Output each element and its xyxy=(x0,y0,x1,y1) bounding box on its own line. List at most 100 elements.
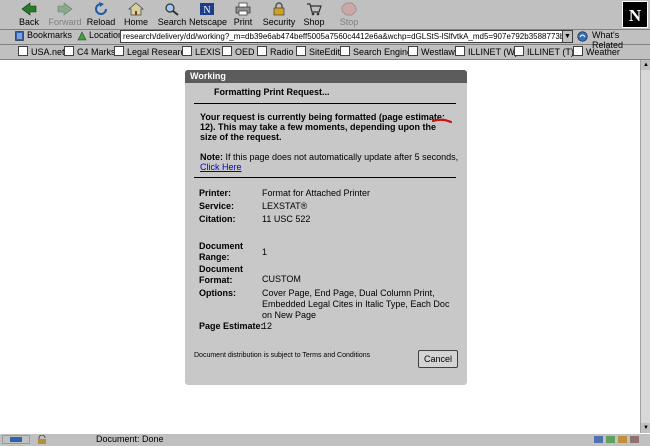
document-format-label: Document Format: xyxy=(199,264,244,285)
personal-bookmark[interactable]: Westlaw xyxy=(408,46,455,57)
forward-label: Forward xyxy=(48,17,82,27)
personal-bookmark[interactable]: Radio xyxy=(257,46,294,57)
home-label: Home xyxy=(123,17,148,27)
reload-button[interactable]: Reload xyxy=(83,1,119,28)
bookmark-page-icon xyxy=(296,46,306,56)
note-paragraph: Note: If this page does not automaticall… xyxy=(200,152,462,172)
lock-icon xyxy=(273,2,285,16)
back-button[interactable]: Back xyxy=(11,1,47,28)
red-underline-annotation xyxy=(432,118,452,124)
document-format-value: CUSTOM xyxy=(262,274,301,284)
stop-button[interactable]: Stop xyxy=(331,1,367,28)
personal-toolbar: USA.net C4 Marks Legal Research LEXIS OE… xyxy=(0,45,650,60)
printer-label: Printer: xyxy=(199,188,232,198)
netscape-throbber-logo[interactable]: N xyxy=(622,1,648,28)
shop-icon xyxy=(307,3,322,16)
netscape-label: Netscape xyxy=(189,17,228,27)
dialog-title: Working xyxy=(190,71,226,81)
bookmark-page-icon xyxy=(222,46,232,56)
svg-text:N: N xyxy=(629,6,642,25)
bookmarks-menu[interactable]: Bookmarks xyxy=(27,30,72,40)
page-proxy-icon[interactable] xyxy=(77,31,87,41)
progress-thumb-icon xyxy=(2,435,30,444)
bookmark-page-icon xyxy=(182,46,192,56)
stop-label: Stop xyxy=(339,17,359,27)
service-label: Service: xyxy=(199,201,235,211)
status-bar: Document: Done xyxy=(0,433,650,446)
personal-bookmark[interactable]: USA.net xyxy=(18,46,65,57)
bookmark-icon[interactable] xyxy=(15,31,24,41)
vertical-scrollbar[interactable]: ▲ ▼ xyxy=(640,60,650,433)
personal-bookmark[interactable]: SiteEdit xyxy=(296,46,340,57)
click-here-link[interactable]: Click Here xyxy=(200,162,242,172)
bookmark-page-icon xyxy=(18,46,28,56)
forward-arrow-icon xyxy=(57,2,73,16)
netscape-button[interactable]: N Netscape xyxy=(189,1,228,28)
location-toolbar: Bookmarks Location: research/delivery/dd… xyxy=(0,29,650,50)
security-label: Security xyxy=(262,17,296,27)
security-lock-icon[interactable] xyxy=(36,435,48,444)
location-input[interactable]: research/delivery/dd/working?_m=db39e6ab… xyxy=(120,30,564,43)
netscape-icon: N xyxy=(200,3,214,16)
bookmark-page-icon xyxy=(573,46,583,56)
personal-bookmark[interactable]: C4 Marks xyxy=(64,46,116,57)
reload-icon xyxy=(95,2,107,15)
options-label: Options: xyxy=(199,288,236,298)
chevron-down-icon: ▼ xyxy=(564,33,571,40)
document-range-label: Document Range: xyxy=(199,241,244,262)
print-button[interactable]: Print xyxy=(225,1,261,28)
status-text: Document: Done xyxy=(96,434,164,444)
bookmark-page-icon xyxy=(257,46,267,56)
location-dropdown-button[interactable]: ▼ xyxy=(562,30,573,43)
print-icon xyxy=(235,2,251,16)
search-icon xyxy=(165,3,179,16)
document-range-value: 1 xyxy=(262,247,268,257)
bookmark-page-icon xyxy=(455,46,465,56)
citation-value: 11 USC 522 xyxy=(262,214,311,224)
divider xyxy=(194,103,456,104)
personal-bookmark[interactable]: OED xyxy=(222,46,255,57)
options-value: Cover Page, End Page, Dual Column Print,… xyxy=(262,288,450,320)
page-estimate-label: Page Estimate: xyxy=(199,321,264,331)
personal-bookmark[interactable]: Legal Research xyxy=(114,46,190,57)
note-text: If this page does not automatically upda… xyxy=(223,152,459,162)
back-label: Back xyxy=(18,17,39,27)
bookmark-page-icon xyxy=(114,46,124,56)
dialog-heading: Formatting Print Request... xyxy=(214,87,330,97)
shop-label: Shop xyxy=(303,17,325,27)
print-label: Print xyxy=(233,17,253,27)
security-button[interactable]: Security xyxy=(261,1,297,28)
forward-button[interactable]: Forward xyxy=(47,1,83,28)
home-icon xyxy=(128,2,144,16)
citation-label: Citation: xyxy=(199,214,236,224)
divider xyxy=(194,177,456,178)
bookmark-page-icon xyxy=(514,46,524,56)
page-estimate-value: 12 xyxy=(262,321,273,331)
bookmark-page-icon xyxy=(64,46,74,56)
component-bar-icon[interactable] xyxy=(594,435,646,444)
formatting-message: Your request is currently being formatte… xyxy=(200,112,445,142)
personal-bookmark[interactable]: ILLINET (W) xyxy=(455,46,518,57)
svg-text:N: N xyxy=(203,5,210,16)
dialog-title-bar: Working xyxy=(185,70,467,83)
stop-icon xyxy=(341,2,357,16)
personal-bookmark[interactable]: Weather xyxy=(573,46,620,57)
netscape-logo-icon: N xyxy=(629,6,642,25)
printer-value: Format for Attached Printer xyxy=(262,188,371,198)
cancel-button[interactable]: Cancel xyxy=(418,350,458,368)
shop-button[interactable]: Shop xyxy=(296,1,332,28)
scroll-down-arrow-icon[interactable]: ▼ xyxy=(641,423,650,433)
whats-related-icon[interactable] xyxy=(577,31,588,42)
service-value: LEXSTAT® xyxy=(262,201,308,211)
personal-bookmark[interactable]: ILLINET (T) xyxy=(514,46,574,57)
reload-label: Reload xyxy=(86,17,116,27)
personal-bookmark[interactable]: LEXIS xyxy=(182,46,221,57)
home-button[interactable]: Home xyxy=(118,1,154,28)
search-label: Search xyxy=(157,17,187,27)
search-button[interactable]: Search xyxy=(154,1,190,28)
back-arrow-icon xyxy=(21,2,37,16)
navigation-toolbar: Back Forward Reload Home Search N Netsca… xyxy=(0,0,650,30)
personal-bookmark[interactable]: Search Engines xyxy=(340,46,417,57)
scroll-up-arrow-icon[interactable]: ▲ xyxy=(641,60,650,70)
terms-notice: Document distribution is subject to Term… xyxy=(194,352,371,359)
